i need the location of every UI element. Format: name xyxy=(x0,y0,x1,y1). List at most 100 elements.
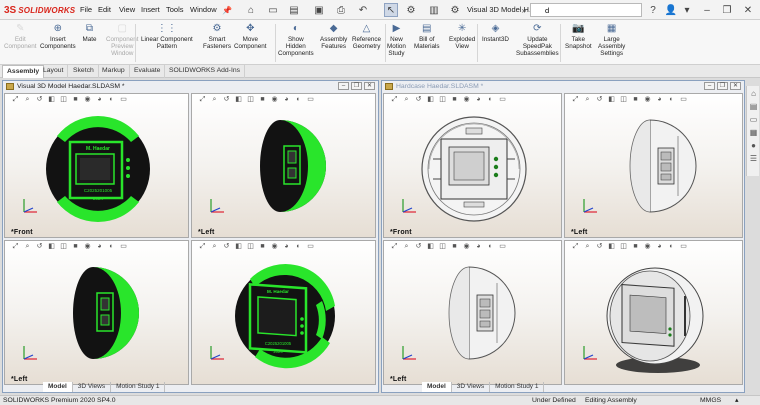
zoom-area-icon[interactable]: ⌕ xyxy=(402,243,411,251)
edit-appearance-icon[interactable]: ◕ xyxy=(95,96,104,104)
right-window-viewport-left[interactable]: ⤢ ⌕ ↺ ◧ ◫ ■ ◉ ◕ ◐ ▭ *Left xyxy=(564,93,743,238)
left-restore-icon[interactable]: ❐ xyxy=(351,82,362,90)
design-library-icon[interactable]: ▤ xyxy=(748,101,759,112)
ribbon-button-mate[interactable]: ⧉ Mate xyxy=(82,22,97,43)
edit-appearance-icon[interactable]: ◕ xyxy=(655,96,664,104)
ribbon-button-bom[interactable]: ▤ Bill of Materials xyxy=(414,22,440,50)
right-window-viewport-left[interactable]: ⤢ ⌕ ↺ ◧ ◫ ■ ◉ ◕ ◐ ▭ *Left xyxy=(383,240,562,385)
menu-insert[interactable]: Insert xyxy=(141,5,160,14)
ribbon-button-reference-geometry[interactable]: △ Reference Geometry xyxy=(352,22,381,50)
menu-edit[interactable]: Edit xyxy=(98,5,111,14)
help-icon[interactable]: ? xyxy=(646,3,660,17)
edit-appearance-icon[interactable]: ◕ xyxy=(474,96,483,104)
view-orientation-icon[interactable]: ◫ xyxy=(438,96,447,104)
menu-file[interactable]: File xyxy=(80,5,92,14)
scene-icon[interactable]: ◐ xyxy=(107,96,116,104)
section-view-icon[interactable]: ◧ xyxy=(47,96,56,104)
display-style-icon[interactable]: ■ xyxy=(631,96,640,104)
model-front-graphic[interactable] xyxy=(419,114,529,226)
view-orientation-icon[interactable]: ◫ xyxy=(619,243,628,251)
ribbon-button-insert-components[interactable]: ⊕ Insert Components xyxy=(40,22,76,50)
edit-appearance-icon[interactable]: ◕ xyxy=(95,243,104,251)
ribbon-button-exploded-view[interactable]: ✳ Exploded View xyxy=(449,22,475,50)
view-palette-icon[interactable]: ▦ xyxy=(748,127,759,138)
hide-show-icon[interactable]: ◉ xyxy=(462,96,471,104)
options-icon[interactable]: ⚙ xyxy=(448,3,462,17)
zoom-area-icon[interactable]: ⌕ xyxy=(583,243,592,251)
menu-view[interactable]: View xyxy=(119,5,135,14)
scene-icon[interactable]: ◐ xyxy=(107,243,116,251)
left-window-viewport-iso[interactable]: ⤢ ⌕ ↺ ◧ ◫ ■ ◉ ◕ ◐ ▭ M. Haedar C2025201005 2024 xyxy=(191,240,376,385)
view-settings-icon[interactable]: ▭ xyxy=(306,96,315,104)
edit-appearance-icon[interactable]: ◕ xyxy=(282,243,291,251)
command-tab-solidworks-add-ins[interactable]: SOLIDWORKS Add-Ins xyxy=(165,65,246,78)
tab-3d-views[interactable]: 3D Views xyxy=(73,382,112,392)
close-icon[interactable]: ✕ xyxy=(741,3,755,17)
hide-show-icon[interactable]: ◉ xyxy=(83,243,92,251)
pin-icon[interactable]: 📌 xyxy=(220,3,234,17)
left-window-viewport-left[interactable]: ⤢ ⌕ ↺ ◧ ◫ ■ ◉ ◕ ◐ ▭ *Left xyxy=(191,93,376,238)
previous-view-icon[interactable]: ↺ xyxy=(595,243,604,251)
save-icon[interactable]: ▣ xyxy=(312,3,326,17)
scene-icon[interactable]: ◐ xyxy=(486,243,495,251)
file-properties-icon[interactable]: ▥ xyxy=(427,3,441,17)
zoom-area-icon[interactable]: ⌕ xyxy=(210,243,219,251)
ribbon-button-camera[interactable]: 📷 Take Snapshot xyxy=(565,22,592,50)
view-orientation-icon[interactable]: ◫ xyxy=(619,96,628,104)
zoom-to-fit-icon[interactable]: ⤢ xyxy=(571,96,580,104)
custom-properties-icon[interactable]: ☰ xyxy=(748,153,759,164)
display-style-icon[interactable]: ■ xyxy=(631,243,640,251)
left-minimize-icon[interactable]: – xyxy=(338,82,349,90)
rebuild-icon[interactable]: ⚙ xyxy=(404,3,418,17)
zoom-to-fit-icon[interactable]: ⤢ xyxy=(11,96,20,104)
ribbon-button-assembly-features[interactable]: ◆ Assembly Features xyxy=(320,22,347,50)
view-orientation-icon[interactable]: ◫ xyxy=(438,243,447,251)
section-view-icon[interactable]: ◧ xyxy=(607,96,616,104)
ribbon-button-smart-fasteners[interactable]: ⚙ Smart Fasteners xyxy=(203,22,231,50)
zoom-to-fit-icon[interactable]: ⤢ xyxy=(390,243,399,251)
dropdown-icon[interactable]: ▾ xyxy=(680,3,694,17)
display-style-icon[interactable]: ■ xyxy=(258,96,267,104)
previous-view-icon[interactable]: ↺ xyxy=(414,96,423,104)
ribbon-button-move-component[interactable]: ✥ Move Component xyxy=(234,22,267,50)
model-left-graphic[interactable] xyxy=(43,263,143,365)
solidworks-logo[interactable]: 3S SOLIDWORKS xyxy=(4,4,75,16)
ribbon-button-instant3d[interactable]: ◈ Instant3D xyxy=(482,22,509,43)
section-view-icon[interactable]: ◧ xyxy=(426,96,435,104)
menu-window[interactable]: Window xyxy=(190,5,217,14)
right-window-viewport-iso[interactable]: ⤢ ⌕ ↺ ◧ ◫ ■ ◉ ◕ ◐ ▭ xyxy=(564,240,743,385)
restore-icon[interactable]: ❐ xyxy=(720,3,734,17)
previous-view-icon[interactable]: ↺ xyxy=(595,96,604,104)
section-view-icon[interactable]: ◧ xyxy=(47,243,56,251)
hide-show-icon[interactable]: ◉ xyxy=(83,96,92,104)
zoom-area-icon[interactable]: ⌕ xyxy=(583,96,592,104)
display-style-icon[interactable]: ■ xyxy=(71,243,80,251)
hide-show-icon[interactable]: ◉ xyxy=(462,243,471,251)
hide-show-icon[interactable]: ◉ xyxy=(643,243,652,251)
model-left-graphic[interactable] xyxy=(419,263,519,365)
zoom-to-fit-icon[interactable]: ⤢ xyxy=(571,243,580,251)
tab-motion-study[interactable]: Motion Study 1 xyxy=(111,382,166,392)
tab-3d-views[interactable]: 3D Views xyxy=(452,382,491,392)
section-view-icon[interactable]: ◧ xyxy=(607,243,616,251)
scene-icon[interactable]: ◐ xyxy=(486,96,495,104)
display-style-icon[interactable]: ■ xyxy=(450,243,459,251)
ribbon-button-motion-study[interactable]: ▶ New Motion Study xyxy=(387,22,406,58)
appearances-icon[interactable]: ● xyxy=(748,140,759,151)
previous-view-icon[interactable]: ↺ xyxy=(35,96,44,104)
section-view-icon[interactable]: ◧ xyxy=(234,96,243,104)
view-settings-icon[interactable]: ▭ xyxy=(679,243,688,251)
units-dropdown-icon[interactable]: ▴ xyxy=(735,396,738,405)
view-settings-icon[interactable]: ▭ xyxy=(119,243,128,251)
edit-appearance-icon[interactable]: ◕ xyxy=(474,243,483,251)
scene-icon[interactable]: ◐ xyxy=(667,243,676,251)
file-explorer-icon[interactable]: ▭ xyxy=(748,114,759,125)
minimize-icon[interactable]: – xyxy=(700,3,714,17)
status-units[interactable]: MMGS xyxy=(700,396,721,405)
scene-icon[interactable]: ◐ xyxy=(667,96,676,104)
display-style-icon[interactable]: ■ xyxy=(258,243,267,251)
section-view-icon[interactable]: ◧ xyxy=(426,243,435,251)
command-tab-layout[interactable]: Layout xyxy=(39,65,69,78)
command-tab-sketch[interactable]: Sketch xyxy=(69,65,99,78)
new-document-icon[interactable]: ▭ xyxy=(266,3,280,17)
